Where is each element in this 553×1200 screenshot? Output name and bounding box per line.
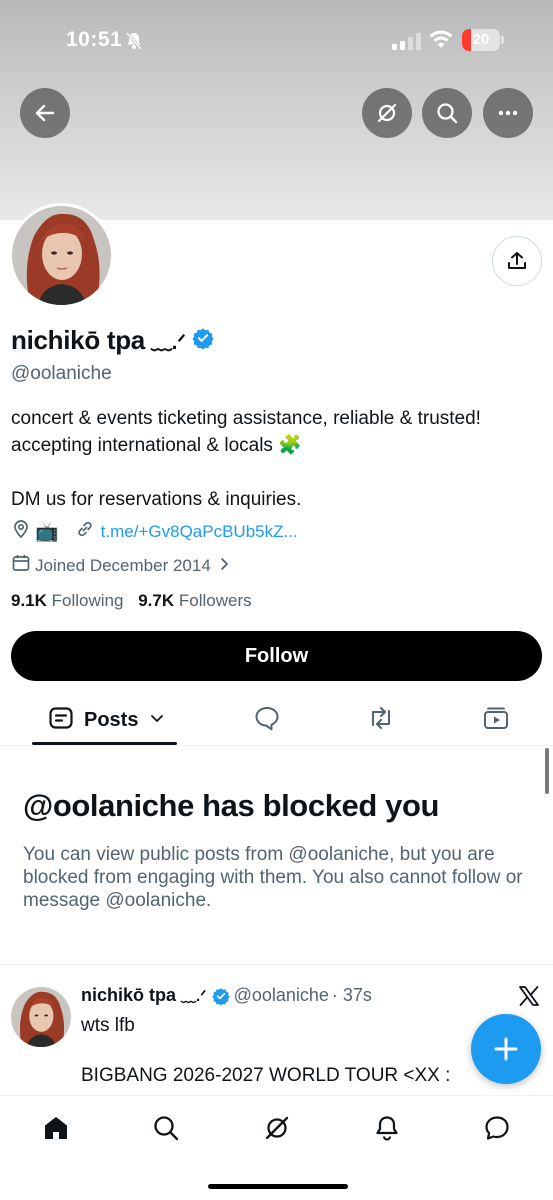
grok-button[interactable]: [362, 88, 412, 138]
bio-line: accepting international & locals 🧩: [11, 435, 302, 456]
blocked-title: @oolaniche has blocked you: [23, 788, 440, 823]
message-icon: [485, 1116, 509, 1140]
search-button[interactable]: [422, 88, 472, 138]
tab-reposts[interactable]: [364, 695, 398, 745]
nav-home[interactable]: [36, 1110, 76, 1146]
battery-icon: 20: [462, 29, 500, 51]
follow-counts: 9.1K Following 9.7K Followers: [11, 591, 252, 611]
chevron-right-icon: [219, 556, 231, 576]
location-icon: [11, 519, 31, 544]
nav-grok[interactable]: [257, 1110, 297, 1146]
profile-name: nichikō tpa: [11, 325, 145, 355]
signal-icon: [392, 32, 421, 50]
divider: [0, 964, 553, 965]
tab-media[interactable]: [479, 695, 513, 745]
status-time: 10:51: [66, 28, 123, 51]
battery-level: 20: [472, 31, 490, 48]
followers-count: 9.7K: [138, 591, 175, 610]
share-icon: [508, 252, 526, 269]
bell-off-icon: [124, 31, 144, 56]
profile-tabs: Posts: [0, 695, 553, 746]
post-author-suffix: ﹏.ᐟ: [181, 988, 207, 1005]
joined-row[interactable]: Joined December 2014: [11, 553, 231, 578]
blocked-message: You can view public posts from @oolanich…: [23, 844, 523, 911]
x-logo-icon[interactable]: [517, 984, 541, 1013]
nav-notifications[interactable]: [367, 1110, 407, 1146]
post-author-handle[interactable]: @oolaniche: [234, 985, 329, 1006]
scrollbar[interactable]: [545, 748, 549, 794]
posts-tab-icon: [48, 705, 74, 736]
reply-icon: [253, 705, 281, 736]
verified-badge-icon: [211, 987, 230, 1005]
slashed-circle-icon: [265, 1116, 289, 1140]
followers-label: Followers: [178, 591, 252, 610]
tab-posts[interactable]: Posts: [48, 695, 164, 745]
arrow-left-icon: [35, 104, 55, 122]
post-text: wts lfb: [81, 1015, 135, 1036]
media-icon: [482, 705, 510, 736]
link-icon: [75, 519, 95, 544]
active-tab-indicator: [32, 742, 177, 745]
location-emoji: 📺: [35, 521, 59, 543]
chevron-down-icon: [150, 711, 164, 729]
wifi-icon: [428, 29, 454, 54]
profile-avatar[interactable]: [9, 203, 114, 308]
followers-link[interactable]: 9.7K Followers: [138, 591, 251, 610]
follow-button[interactable]: Follow: [11, 631, 542, 681]
compose-button[interactable]: [471, 1014, 541, 1084]
home-indicator: [208, 1184, 348, 1189]
joined-date: Joined December 2014: [35, 555, 211, 575]
more-button[interactable]: [483, 88, 533, 138]
verified-badge-icon: [192, 327, 214, 354]
profile-name-suffix: ﹏.ᐟ: [150, 330, 186, 354]
profile-meta-row: 📺 t.me/+Gv8QaPcBUb5kZ...: [11, 519, 298, 544]
status-bar: 10:51 20: [0, 22, 553, 62]
nav-messages[interactable]: [477, 1110, 517, 1146]
bio-line: concert & events ticketing assistance, r…: [11, 408, 481, 429]
bio-line: DM us for reservations & inquiries.: [11, 489, 302, 510]
slashed-circle-icon: [377, 103, 397, 123]
nav-search[interactable]: [146, 1110, 186, 1146]
post-text-line: BIGBANG 2026-2027 WORLD TOUR <XX :: [81, 1065, 451, 1086]
search-icon: [154, 1116, 179, 1141]
tab-replies[interactable]: [250, 695, 284, 745]
plus-icon: [494, 1037, 518, 1061]
share-button[interactable]: [492, 236, 542, 286]
profile-handle: @oolaniche: [11, 363, 112, 384]
tab-posts-label: Posts: [84, 708, 139, 731]
post-time: · 37s: [331, 985, 372, 1005]
more-horizontal-icon: [498, 110, 518, 116]
bell-icon: [376, 1116, 398, 1141]
search-icon: [437, 103, 458, 124]
profile-link[interactable]: t.me/+Gv8QaPcBUb5kZ...: [101, 522, 298, 542]
repost-icon: [366, 705, 396, 736]
following-label: Following: [51, 591, 124, 610]
post-author-name[interactable]: nichikō tpa: [81, 985, 176, 1006]
profile-bio: concert & events ticketing assistance, r…: [11, 405, 541, 513]
calendar-icon: [11, 553, 31, 578]
post-avatar[interactable]: [11, 987, 71, 1047]
home-icon: [45, 1117, 67, 1139]
post-header: nichikō tpa ﹏.ᐟ @oolaniche · 37s: [81, 985, 372, 1006]
back-button[interactable]: [20, 88, 70, 138]
following-count: 9.1K: [11, 591, 47, 610]
profile-name-row: nichikō tpa ﹏.ᐟ: [11, 325, 214, 356]
following-link[interactable]: 9.1K Following: [11, 591, 123, 610]
